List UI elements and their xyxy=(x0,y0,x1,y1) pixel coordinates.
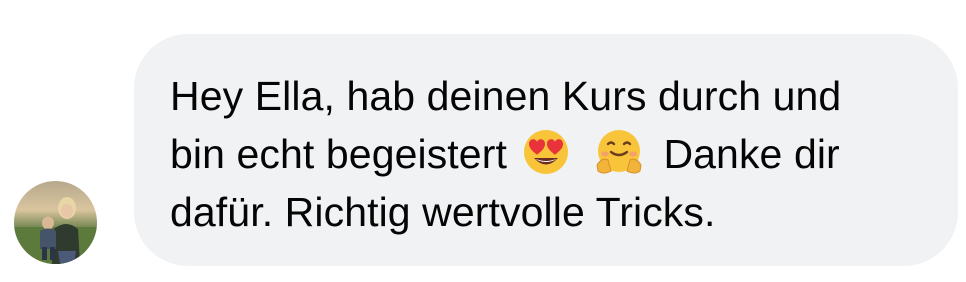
hugging-face-emoji xyxy=(594,127,652,177)
message-line-2: bin echt begeistert Danke dir xyxy=(170,125,922,183)
message-line-1: Hey Ella, hab deinen Kurs durch und xyxy=(170,73,842,119)
message-bubble[interactable]: Hey Ella, hab deinen Kurs durch und bin … xyxy=(134,34,958,266)
message-text: Hey Ella, hab deinen Kurs durch und bin … xyxy=(170,67,922,241)
heart-eyes-emoji xyxy=(521,127,579,177)
avatar-photo xyxy=(14,181,97,264)
sender-avatar[interactable] xyxy=(14,181,97,264)
chat-thread: Hey Ella, hab deinen Kurs durch und bin … xyxy=(0,0,966,282)
message-line-3: dafür. Richtig wertvolle Tricks. xyxy=(170,189,716,235)
message-line-2-start: bin echt begeistert xyxy=(170,131,507,177)
message-line-2-end: Danke dir xyxy=(651,131,840,177)
